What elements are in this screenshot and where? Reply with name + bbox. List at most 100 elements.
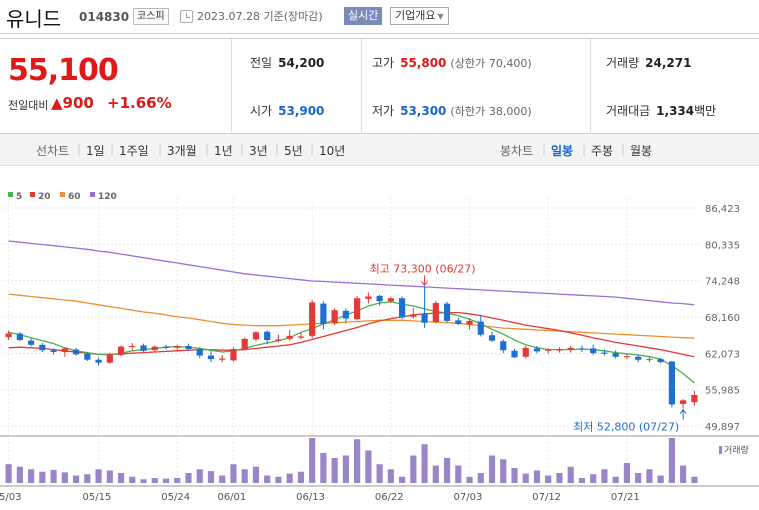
divider [590, 39, 591, 134]
candle-body [117, 346, 125, 355]
candle-body [72, 349, 80, 355]
volume-bar [578, 478, 586, 483]
x-tick-label: 06/01 [217, 492, 246, 503]
volume-bar [511, 468, 518, 483]
low-stat: 저가 53,300 (하한가 38,000) [372, 102, 532, 119]
period-weekly[interactable]: 주봉 [591, 142, 613, 159]
volume-bar [275, 476, 282, 483]
prev-close-stat: 전일 54,200 [250, 54, 324, 71]
y-tick-label: 62,073 [705, 349, 740, 360]
period-3m[interactable]: 3개월 [167, 142, 197, 159]
volume-bar [398, 476, 406, 483]
candle-body [410, 314, 417, 317]
separator: | [77, 142, 82, 156]
volume-value: 24,271 [645, 56, 692, 70]
realtime-button[interactable]: 실시간 [344, 7, 383, 25]
candle-body [522, 347, 529, 357]
high-value: 55,800 [400, 56, 447, 70]
volume-bar [691, 476, 698, 483]
candle-body [623, 356, 631, 358]
high-label: 고가 [372, 56, 395, 70]
candle-body [477, 321, 484, 335]
candle-body [567, 347, 574, 350]
volume-bar [590, 474, 597, 483]
volume-bar [668, 438, 675, 483]
candle-body [241, 338, 248, 350]
company-overview-label: 기업개요 [395, 9, 436, 22]
candle-body [219, 358, 226, 360]
volume-bar [477, 473, 484, 483]
legend-swatch [30, 192, 35, 197]
candle-body [275, 339, 282, 341]
volume-bar [320, 453, 327, 483]
candle-body [455, 320, 462, 324]
x-tick-label: 07/12 [532, 492, 561, 503]
volume-bar [365, 450, 372, 483]
stock-chart[interactable]: 86,423 80,335 74,248 68,160 62,073 55,985 49,8… [0, 186, 759, 510]
legend-swatch [90, 192, 95, 197]
candle-body [264, 331, 271, 341]
date-text: 2023.07.28 기준(장마감) [197, 10, 323, 23]
volume-bar [207, 471, 215, 483]
candle-body [140, 345, 147, 351]
candle-body [185, 346, 192, 349]
min-annotation: 최저 52,800 (07/27) [573, 421, 679, 434]
volume-bar [162, 478, 170, 483]
candle-body [387, 298, 394, 302]
y-tick-label: 49,897 [705, 422, 740, 433]
candle-body [500, 341, 507, 351]
candle-chart-label: 봉차트 [500, 144, 534, 158]
company-overview-button[interactable]: 기업개요 ▼ [390, 7, 449, 25]
stock-name: 유니드 [6, 7, 62, 31]
separator: | [240, 142, 245, 156]
volume-bar [264, 475, 271, 483]
period-5y[interactable]: 5년 [284, 142, 303, 159]
volume-bar [28, 469, 35, 483]
separator: | [110, 142, 115, 156]
volume-bar [151, 478, 158, 483]
divider [361, 39, 362, 134]
amount-value: 1,334 [656, 104, 695, 118]
x-tick-label: 07/03 [454, 492, 483, 503]
volume-bar [635, 473, 642, 483]
volume-bar [421, 444, 428, 483]
y-tick-label: 86,423 [705, 204, 740, 215]
candle-body [533, 348, 541, 352]
plot-area [3, 196, 700, 483]
price-panel: 55,100 전일대비 ▲900 +1.66% 전일 54,200 고가 55,80… [0, 38, 759, 134]
volume-bar [601, 469, 608, 483]
volume-bar [140, 479, 147, 483]
upper-limit-value: 70,400) [488, 57, 532, 70]
up-triangle-icon: ▲ [51, 94, 63, 112]
period-1y[interactable]: 1년 [214, 142, 233, 159]
candle-body [174, 346, 181, 348]
volume-bar [500, 459, 507, 483]
upper-limit-label: (상한가 [450, 57, 486, 70]
separator: | [158, 142, 163, 156]
prev-close-value: 54,200 [278, 56, 325, 70]
volume-bar [286, 473, 293, 483]
volume-bar [5, 464, 12, 483]
candle-body [556, 349, 563, 351]
period-10y[interactable]: 10년 [319, 142, 345, 159]
market-badge[interactable]: 코스피 [133, 8, 169, 25]
candle-body [84, 353, 91, 360]
candle-body [28, 340, 35, 345]
volume-bar [252, 466, 260, 483]
candle-body [5, 333, 12, 338]
volume-bar [556, 473, 563, 483]
period-1w[interactable]: 1주일 [119, 142, 149, 159]
period-3y[interactable]: 3년 [249, 142, 268, 159]
candle-body [365, 296, 372, 299]
volume-bar [16, 466, 23, 483]
period-1d[interactable]: 1일 [86, 142, 105, 159]
volume-bar [567, 466, 574, 483]
x-tick-label: 06/22 [375, 492, 404, 503]
prev-close-label: 전일 [250, 56, 273, 70]
open-label: 시가 [250, 104, 273, 118]
volume-bar [455, 465, 462, 483]
period-daily[interactable]: 일봉 [551, 142, 573, 159]
candle-body [61, 348, 68, 352]
period-monthly[interactable]: 월봉 [630, 142, 652, 159]
low-value: 53,300 [400, 104, 447, 118]
